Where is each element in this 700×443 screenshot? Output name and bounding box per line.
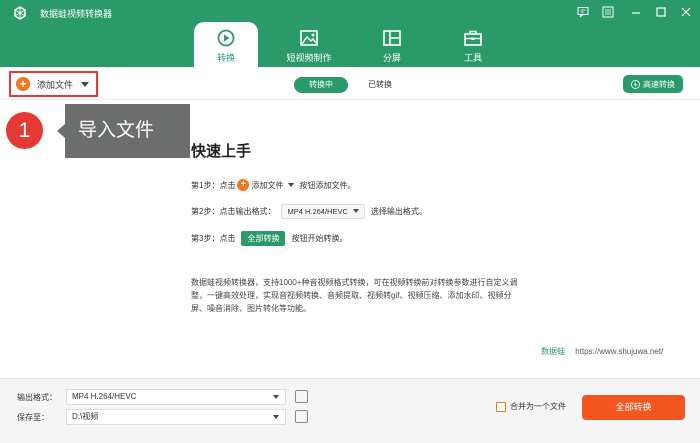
chevron-down-icon: [352, 209, 359, 213]
inline-format-select[interactable]: MP4 H.264/HEVC: [281, 203, 365, 219]
chevron-down-icon: [273, 395, 279, 399]
add-file-button[interactable]: + 添加文件: [9, 71, 98, 97]
convert-all-button[interactable]: 全部转换: [582, 395, 685, 420]
save-to-value: D:\视频: [72, 412, 99, 421]
website-footer: 数据蛙 https://www.shujuwa.net/: [541, 346, 663, 357]
step-1-prefix: 第1步：点击: [191, 180, 236, 190]
chevron-down-icon: [273, 415, 279, 419]
fast-convert-button[interactable]: 高速转换: [623, 75, 683, 93]
merge-checkbox[interactable]: 合并为一个文件: [496, 401, 566, 412]
app-header: 数据蛙视频转换器 转换 短视频制作 分屏 工具: [0, 0, 700, 68]
website-link[interactable]: https://www.shujuwa.net/: [575, 347, 663, 356]
tab-converted[interactable]: 已转换: [360, 77, 400, 93]
toolbox-icon: [464, 30, 482, 46]
step-1: 第1步：点击 + 添加文件 按钮添加文件。: [191, 177, 355, 193]
toolbar: + 添加文件 转换中 已转换 高速转换: [0, 67, 700, 100]
step-3: 第3步：点击 全部转换 按钮开始转换。: [191, 230, 347, 246]
brand-name: 数据蛙: [541, 347, 565, 356]
tab-split-screen-label: 分屏: [382, 53, 401, 63]
format-settings-icon[interactable]: [295, 390, 308, 403]
tab-short-video[interactable]: 短视频制作: [271, 22, 347, 68]
tab-convert-label: 转换: [216, 53, 235, 63]
chevron-down-icon: [288, 183, 295, 187]
folder-icon[interactable]: [295, 410, 308, 423]
step-2-prefix: 第2步：点击输出格式：: [191, 206, 276, 216]
inline-add-file-button[interactable]: + 添加文件: [237, 179, 299, 191]
save-to-select[interactable]: D:\视频: [66, 409, 286, 425]
convert-icon: [217, 29, 235, 47]
tab-convert[interactable]: 转换: [194, 22, 258, 68]
tab-tools-label: 工具: [463, 53, 482, 63]
callout-number: 1: [6, 112, 43, 149]
chevron-down-icon[interactable]: [81, 81, 90, 87]
add-icon: +: [16, 77, 30, 91]
step-3-prefix: 第3步：点击: [191, 233, 236, 243]
menu-icon[interactable]: [601, 5, 615, 19]
callout-arrow: [57, 124, 65, 138]
merge-label: 合并为一个文件: [510, 402, 566, 411]
inline-convert-all-button[interactable]: 全部转换: [241, 230, 286, 246]
step-3-suffix: 按钮开始转换。: [291, 233, 348, 243]
app-title: 数据蛙视频转换器: [40, 9, 113, 19]
tab-short-video-label: 短视频制作: [286, 53, 332, 63]
inline-format-value: MP4 H.264/HEVC: [287, 206, 348, 216]
add-icon: +: [237, 179, 250, 191]
add-file-label: 添加文件: [37, 79, 74, 90]
save-to-label: 保存至：: [17, 413, 49, 422]
split-screen-icon: [383, 30, 401, 46]
description-text: 数据蛙视频转换器，支持1000+种音视频格式转换，可在视频转换前对转换参数进行自…: [191, 278, 518, 313]
tab-converting[interactable]: 转换中: [294, 77, 348, 93]
tab-split-screen[interactable]: 分屏: [360, 22, 424, 68]
output-format-value: MP4 H.264/HEVC: [72, 392, 137, 401]
output-format-label: 输出格式：: [17, 393, 57, 402]
image-icon: [300, 30, 318, 46]
callout-text: 导入文件: [65, 104, 190, 158]
checkbox-icon: [496, 401, 506, 412]
tab-tools[interactable]: 工具: [441, 22, 505, 68]
step-2: 第2步：点击输出格式： MP4 H.264/HEVC 选择输出格式。: [191, 203, 427, 219]
inline-add-file-label: 添加文件: [251, 180, 284, 190]
quickstart-title: 快速上手: [191, 143, 252, 160]
step-1-suffix: 按钮添加文件。: [299, 180, 356, 190]
maximize-icon[interactable]: [654, 5, 668, 19]
fast-convert-label: 高速转换: [643, 79, 675, 89]
app-logo-icon: [14, 6, 26, 20]
minimize-icon[interactable]: [629, 5, 643, 19]
close-icon[interactable]: [679, 5, 693, 19]
output-format-select[interactable]: MP4 H.264/HEVC: [66, 389, 286, 405]
bottom-bar: 输出格式： MP4 H.264/HEVC 保存至： D:\视频 合并为一个文件 …: [0, 378, 700, 443]
step-2-suffix: 选择输出格式。: [370, 206, 427, 216]
lightning-icon: [631, 79, 640, 89]
feedback-icon[interactable]: [576, 5, 590, 19]
tutorial-callout: 1 导入文件: [6, 103, 190, 158]
